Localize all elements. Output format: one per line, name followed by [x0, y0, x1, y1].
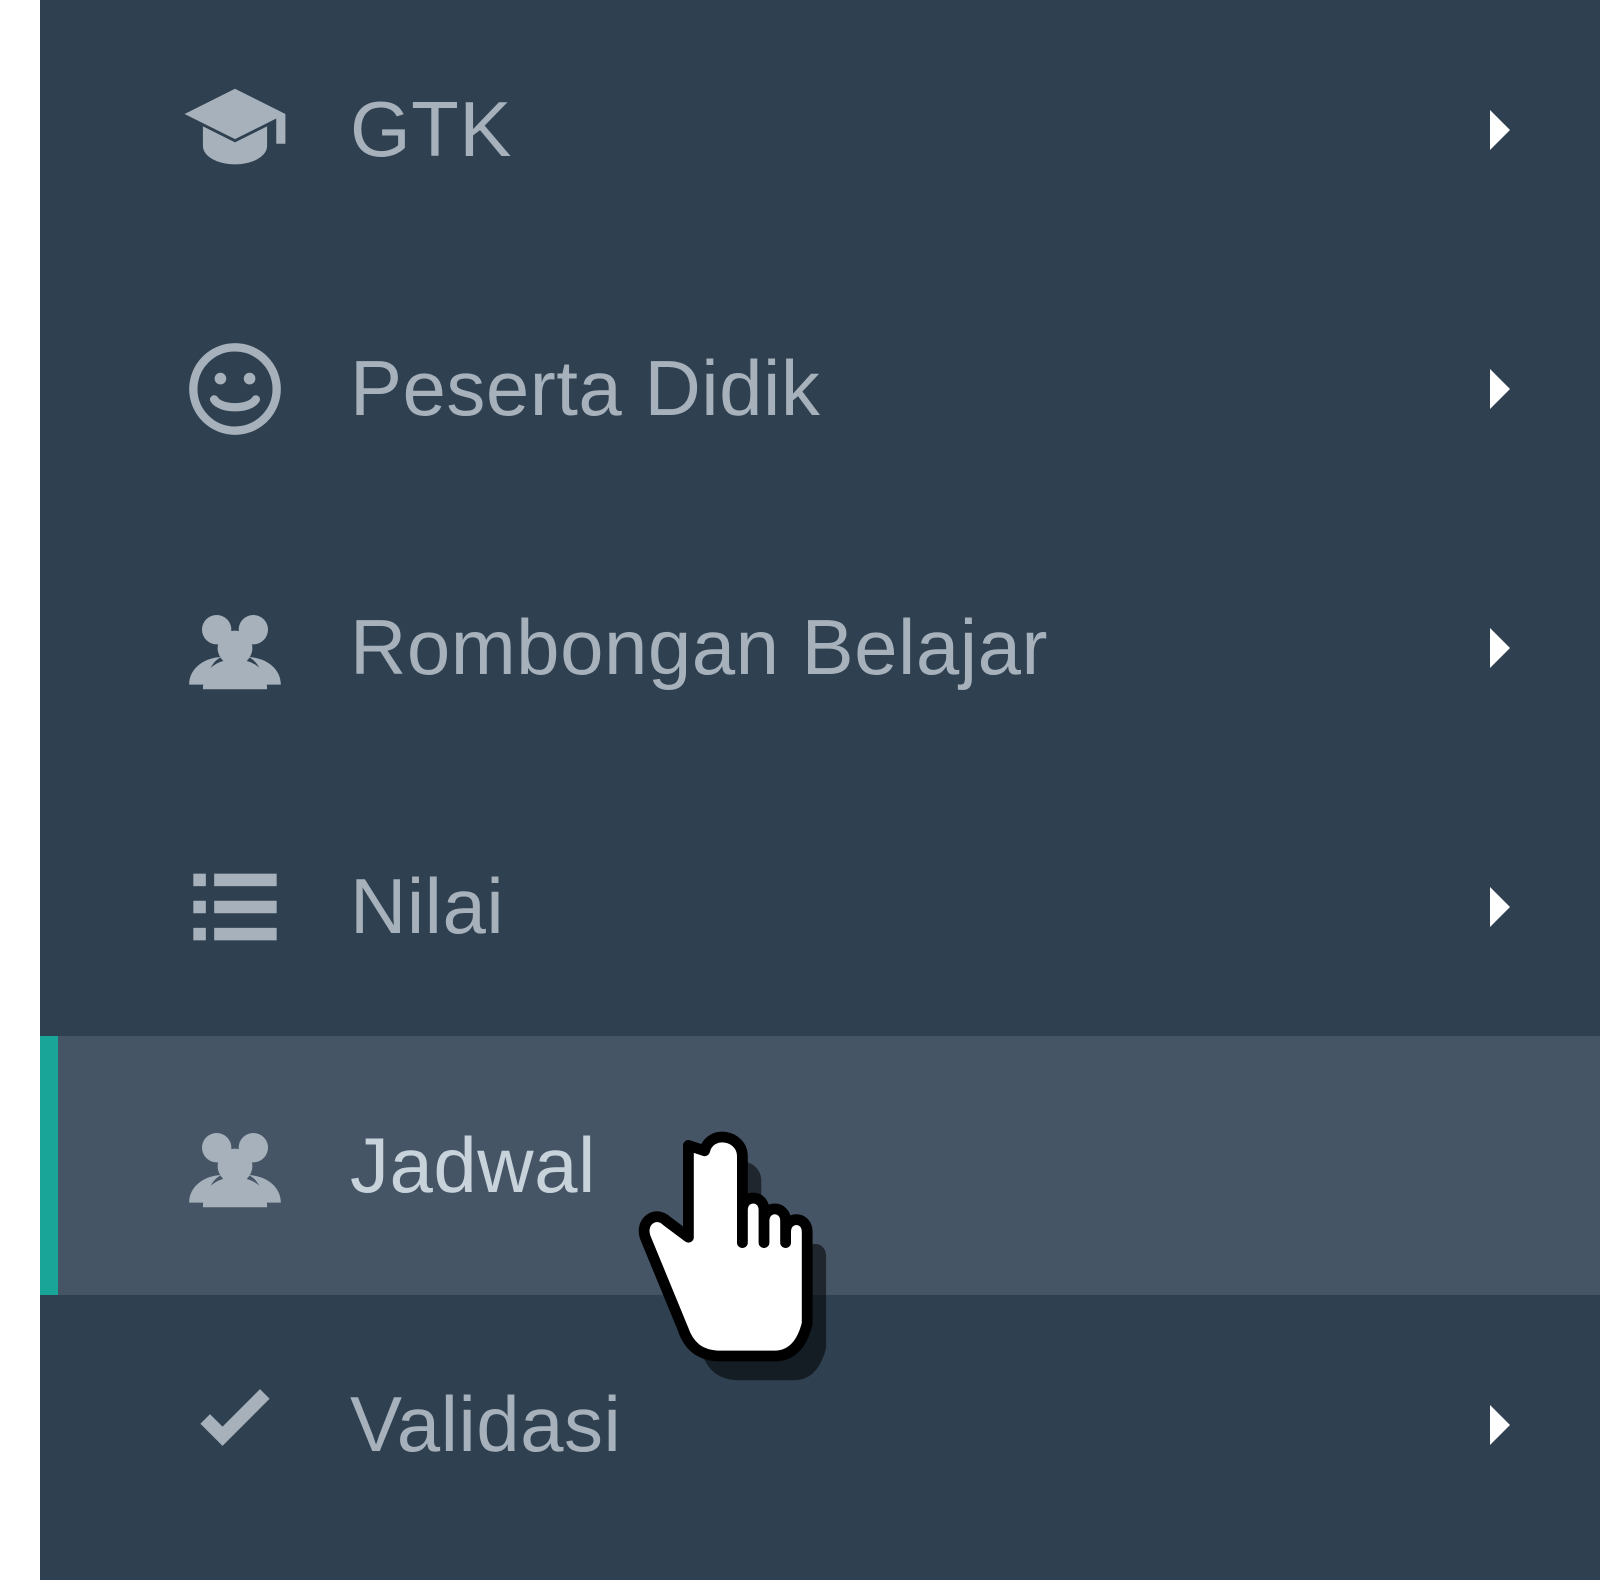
sidebar-item-rombongan-belajar[interactable]: Rombongan Belajar [40, 518, 1600, 777]
sidebar-item-nilai[interactable]: Nilai [40, 777, 1600, 1036]
users-icon [160, 593, 310, 703]
sidebar-item-peserta-didik[interactable]: Peserta Didik [40, 259, 1600, 518]
sidebar-item-jadwal[interactable]: Jadwal [40, 1036, 1600, 1295]
chevron-right-icon [1480, 369, 1520, 409]
users-icon [160, 1111, 310, 1221]
chevron-right-icon [1480, 628, 1520, 668]
chevron-right-icon [1480, 887, 1520, 927]
check-icon [160, 1375, 310, 1475]
sidebar-item-gtk[interactable]: GTK [40, 0, 1600, 259]
sidebar-item-label: Peserta Didik [350, 343, 1480, 434]
sidebar-item-label: GTK [350, 84, 1480, 175]
list-icon [160, 857, 310, 957]
sidebar-item-label: Nilai [350, 861, 1480, 952]
sidebar-item-label: Jadwal [350, 1120, 1520, 1211]
graduation-cap-icon [160, 75, 310, 185]
sidebar-nav: GTK Peserta Didik [40, 0, 1600, 1580]
chevron-right-icon [1480, 110, 1520, 150]
smile-icon [160, 339, 310, 439]
chevron-right-icon [1480, 1405, 1520, 1445]
sidebar-item-validasi[interactable]: Validasi [40, 1295, 1600, 1554]
sidebar-item-label: Validasi [350, 1379, 1480, 1470]
sidebar-item-label: Rombongan Belajar [350, 602, 1480, 693]
